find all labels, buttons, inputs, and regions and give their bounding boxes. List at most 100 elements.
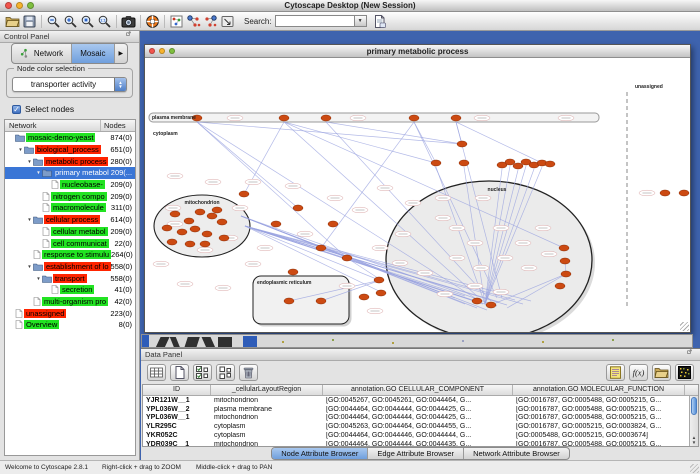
tree-col-nodes[interactable]: Nodes — [101, 120, 135, 131]
network-node[interactable] — [271, 221, 281, 227]
disclosure-triangle[interactable]: ▼ — [26, 264, 33, 269]
disclosure-triangle[interactable]: ▼ — [35, 170, 42, 175]
maximize-icon[interactable] — [169, 48, 175, 54]
search-dropdown-button[interactable]: ▼ — [355, 15, 367, 27]
tree-row[interactable]: mosaic-demo-yeast874(0) — [5, 132, 135, 144]
network-node[interactable] — [217, 219, 227, 225]
network-canvas[interactable]: plasma membranecytoplasmmitochondrionnuc… — [145, 58, 690, 332]
network-node[interactable] — [284, 298, 294, 304]
network-node[interactable] — [316, 245, 326, 251]
network-node[interactable] — [293, 205, 303, 211]
column-header[interactable]: ID — [143, 385, 211, 395]
network-node[interactable] — [459, 160, 469, 166]
float-panel-icon[interactable] — [126, 31, 135, 42]
network-node[interactable] — [321, 115, 331, 121]
zoom-out-icon[interactable] — [45, 13, 62, 29]
network-node[interactable] — [486, 302, 496, 308]
tree-row[interactable]: ▼establishment of lo558(0) — [5, 261, 135, 273]
tree-row[interactable]: secretion41(0) — [5, 284, 135, 296]
table-row[interactable]: YDR039C__1mitochondrion[GO:0044464, GO:0… — [143, 440, 698, 447]
save-icon[interactable] — [21, 13, 38, 29]
network-node[interactable] — [207, 213, 217, 219]
network-node[interactable] — [457, 141, 467, 147]
window-resize-grip[interactable] — [690, 464, 699, 473]
network-node[interactable] — [316, 298, 326, 304]
node-color-dropdown[interactable]: transporter activity ▲▼ — [12, 77, 127, 92]
network-node[interactable] — [374, 277, 384, 283]
unselect-attributes-icon[interactable] — [216, 364, 235, 381]
network-node[interactable] — [288, 269, 298, 275]
table-row[interactable]: YPL036W__2plasma membrane[GO:0044464, GO… — [143, 405, 698, 414]
network-node[interactable] — [679, 190, 689, 196]
search-input[interactable] — [275, 15, 355, 27]
network-node[interactable] — [409, 115, 419, 121]
tree-row[interactable]: unassigned223(0) — [5, 307, 135, 319]
network-node[interactable] — [212, 207, 222, 213]
network-node[interactable] — [185, 241, 195, 247]
search-options-icon[interactable] — [371, 13, 388, 29]
network-node[interactable] — [184, 218, 194, 224]
tab-network-attribute-browser[interactable]: Network Attribute Browser — [464, 448, 569, 459]
table-scrollbar[interactable]: ▲▼ — [689, 396, 698, 446]
tree-row[interactable]: ▼transport558(0) — [5, 272, 135, 284]
network-node[interactable] — [660, 190, 670, 196]
network-node[interactable] — [328, 221, 338, 227]
network-node[interactable] — [559, 245, 569, 251]
network-node[interactable] — [177, 229, 187, 235]
close-icon[interactable] — [149, 48, 155, 54]
network-node[interactable] — [190, 226, 200, 232]
tab-edge-attribute-browser[interactable]: Edge Attribute Browser — [368, 448, 464, 459]
layout-b-icon[interactable] — [202, 13, 219, 29]
network-node[interactable] — [431, 160, 441, 166]
zoom-fit-icon[interactable]: 1:1 — [96, 13, 113, 29]
float-panel-icon[interactable] — [687, 349, 696, 360]
tree-row[interactable]: ▼metabolic process280(0) — [5, 155, 135, 167]
network-node[interactable] — [376, 290, 386, 296]
delete-attribute-icon[interactable] — [239, 364, 258, 381]
layout-a-icon[interactable] — [185, 13, 202, 29]
disclosure-triangle[interactable]: ▼ — [26, 217, 33, 222]
open-icon[interactable] — [4, 13, 21, 29]
network-node[interactable] — [545, 161, 555, 167]
disclosure-triangle[interactable]: ▼ — [35, 276, 42, 281]
network-node[interactable] — [560, 258, 570, 264]
function-icon[interactable]: f(x) — [629, 364, 648, 381]
disclosure-triangle[interactable]: ▼ — [26, 159, 33, 164]
network-node[interactable] — [170, 211, 180, 217]
scrollbar-arrows[interactable]: ▲▼ — [690, 436, 698, 445]
select-attributes-icon[interactable] — [193, 364, 212, 381]
minimize-icon[interactable] — [159, 48, 165, 54]
tree-row[interactable]: response to stimulu264(0) — [5, 249, 135, 261]
network-node[interactable] — [219, 235, 229, 241]
network-node[interactable] — [195, 209, 205, 215]
snapshot-icon[interactable] — [120, 13, 137, 29]
doc-icon[interactable] — [170, 364, 189, 381]
network-node[interactable] — [342, 255, 352, 261]
network-node[interactable] — [555, 283, 565, 289]
tree-row[interactable]: ▼primary metabol209(... — [5, 167, 135, 179]
tree-row[interactable]: nucleobase-209(0) — [5, 179, 135, 191]
help-icon[interactable] — [144, 13, 161, 29]
tree-col-network[interactable]: Network — [5, 120, 101, 131]
tree-row[interactable]: ▼biological_process651(0) — [5, 144, 135, 156]
zoom-button[interactable] — [27, 2, 34, 9]
tab-mosaic[interactable]: Mosaic — [72, 44, 114, 63]
overview-icon[interactable] — [168, 13, 185, 29]
tree-row[interactable]: nitrogen compo209(0) — [5, 190, 135, 202]
column-header[interactable]: annotation.GO CELLULAR_COMPONENT — [323, 385, 513, 395]
network-node[interactable] — [162, 225, 172, 231]
tab-node-attribute-browser[interactable]: Node Attribute Browser — [272, 448, 368, 459]
table-icon[interactable] — [147, 364, 166, 381]
tree-row[interactable]: ▼cellular process614(0) — [5, 214, 135, 226]
tree-row[interactable]: cellular metabol209(0) — [5, 226, 135, 238]
network-node[interactable] — [279, 115, 289, 121]
tree-row[interactable]: multi-organism pro42(0) — [5, 296, 135, 308]
table-row[interactable]: YPL036W__1mitochondrion[GO:0044464, GO:0… — [143, 414, 698, 423]
network-node[interactable] — [472, 298, 482, 304]
network-view-window[interactable]: primary metabolic process plasma membran… — [144, 44, 691, 333]
tree-row[interactable]: cell communicat22(0) — [5, 237, 135, 249]
column-header[interactable]: annotation.GO MOLECULAR_FUNCTION — [513, 385, 685, 395]
network-node[interactable] — [451, 115, 461, 121]
network-node[interactable] — [561, 271, 571, 277]
network-node[interactable] — [359, 294, 369, 300]
